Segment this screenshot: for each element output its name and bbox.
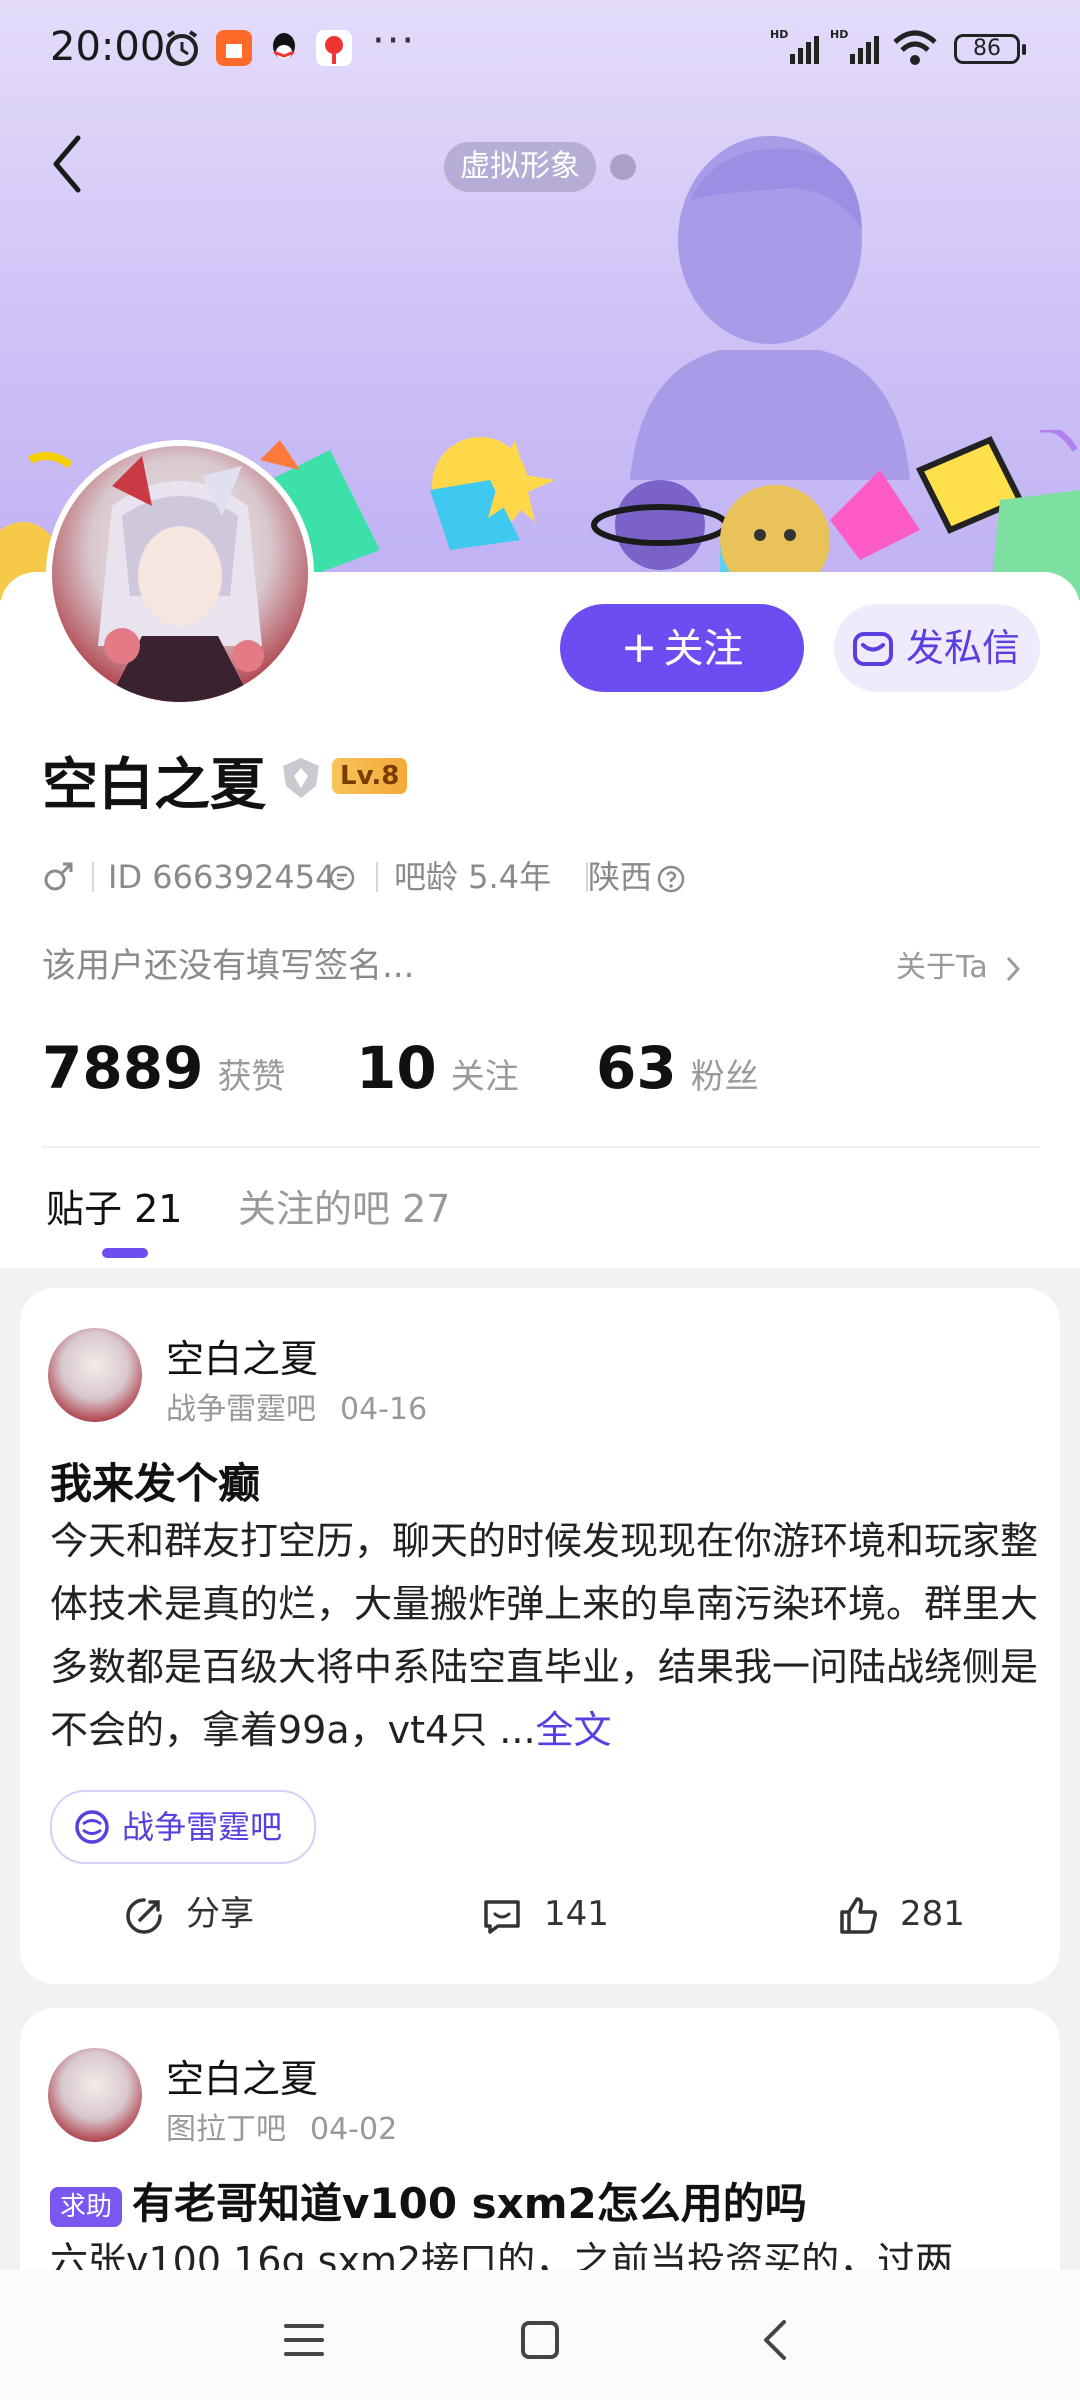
- share-icon: [126, 1898, 162, 1934]
- pill-indicator-dot: [610, 154, 636, 180]
- follow-label: 关注: [663, 626, 744, 672]
- comment-count: 141: [544, 1894, 609, 1934]
- back-triangle-icon[interactable]: [746, 2310, 806, 2370]
- svg-text:HD: HD: [830, 28, 848, 41]
- wifi-icon: [893, 30, 937, 65]
- tab-followed-forums[interactable]: 关注的吧 27: [238, 1178, 450, 1233]
- stat-following-label: 关注: [450, 1057, 519, 1097]
- stat-following[interactable]: 10 关注: [356, 1034, 519, 1102]
- copy-icon[interactable]: [328, 864, 356, 892]
- stat-fans[interactable]: 63 粉丝: [596, 1034, 759, 1102]
- level-shield-icon: [283, 758, 319, 798]
- post-meta: 战争雷霆吧 04-16: [166, 1384, 427, 1428]
- tab-indicator: [102, 1248, 148, 1258]
- post-avatar[interactable]: [48, 2048, 142, 2142]
- post-meta: 图拉丁吧 04-02: [166, 2104, 397, 2148]
- system-nav-bar: [0, 2270, 1080, 2400]
- like-count: 281: [900, 1894, 965, 1934]
- home-square-icon[interactable]: [510, 2310, 570, 2370]
- forum-chip[interactable]: 战争雷霆吧: [50, 1790, 317, 1864]
- comment-icon: [484, 1900, 520, 1934]
- post-title-row: 求助 有老哥知道v100 sxm2怎么用的吗: [50, 2170, 807, 2231]
- about-link[interactable]: 关于Ta: [896, 942, 1023, 986]
- post-title: 我来发个癫: [50, 1459, 261, 1508]
- alarm-icon: [166, 30, 198, 66]
- meta-divider: [92, 862, 94, 892]
- plus-icon: +: [620, 622, 658, 673]
- forum-icon: [75, 1810, 109, 1844]
- post-date: 04-02: [310, 2112, 398, 2147]
- signal-hd-icon: HD: [770, 28, 819, 64]
- post-date: 04-16: [340, 1392, 428, 1427]
- post-author[interactable]: 空白之夏: [166, 2048, 318, 2103]
- message-label: 发私信: [906, 626, 1021, 670]
- tab-posts[interactable]: 贴子 21: [46, 1178, 182, 1233]
- message-button[interactable]: 发私信: [834, 604, 1040, 692]
- help-tag: 求助: [50, 2186, 123, 2227]
- male-icon: [44, 862, 73, 891]
- svg-text:HD: HD: [770, 28, 788, 41]
- post-body: 今天和群友打空历，聊天的时候发现现在你游环境和玩家整体技术是真的烂，大量搬炸弹上…: [50, 1510, 1040, 1762]
- bar-age: 吧龄 5.4年: [394, 858, 552, 896]
- qq-app-icon: [273, 33, 295, 59]
- post-forum[interactable]: 战争雷霆吧: [166, 1392, 316, 1427]
- status-time: 20:00: [50, 24, 166, 70]
- shopping-app-icon: [216, 30, 252, 66]
- post-avatar[interactable]: [48, 1328, 142, 1422]
- level-badge: Lv.8: [332, 758, 408, 794]
- location: 陕西: [588, 858, 653, 896]
- post-forum[interactable]: 图拉丁吧: [166, 2112, 286, 2147]
- avatar-silhouette-icon: [630, 136, 910, 480]
- battery-icon: 86: [954, 34, 1026, 64]
- status-bar: 20:00 ··· HD HD 86: [0, 0, 1080, 100]
- notification-more: ···: [372, 18, 417, 64]
- stat-likes[interactable]: 7889 获赞: [42, 1034, 285, 1102]
- back-chevron-icon[interactable]: [44, 128, 92, 200]
- share-label: 分享: [186, 1894, 254, 1934]
- stat-likes-label: 获赞: [217, 1057, 286, 1097]
- meta-divider: [376, 862, 378, 892]
- stat-following-value: 10: [356, 1034, 437, 1102]
- about-label: 关于Ta: [896, 950, 988, 985]
- stat-likes-value: 7889: [42, 1034, 204, 1102]
- post-author[interactable]: 空白之夏: [166, 1328, 318, 1383]
- read-more-link[interactable]: 全文: [536, 1708, 612, 1752]
- post-title: 有老哥知道v100 sxm2怎么用的吗: [132, 2179, 807, 2228]
- follow-button[interactable]: + 关注: [560, 604, 804, 692]
- stat-fans-label: 粉丝: [690, 1057, 759, 1097]
- tab-divider: [42, 1146, 1040, 1148]
- envelope-icon: [853, 632, 893, 666]
- chevron-right-icon: [1007, 956, 1021, 981]
- user-id: ID 666392454: [108, 858, 336, 896]
- forum-chip-label: 战争雷霆吧: [122, 1808, 283, 1846]
- username: 空白之夏: [42, 753, 266, 818]
- stat-fans-value: 63: [596, 1034, 677, 1102]
- virtual-avatar-pill[interactable]: 虚拟形象: [444, 142, 596, 192]
- avatar-illustration: [98, 456, 264, 702]
- signal-hd-icon: HD: [830, 28, 879, 64]
- avatar[interactable]: [46, 440, 314, 708]
- map-app-icon: [316, 30, 352, 66]
- post-card[interactable]: 空白之夏 战争雷霆吧 04-16 我来发个癫 今天和群友打空历，聊天的时候发现现在…: [20, 1288, 1060, 1984]
- signature-text: 该用户还没有填写签名...: [42, 946, 415, 986]
- thumbs-up-icon: [840, 1897, 877, 1934]
- menu-icon[interactable]: [274, 2310, 334, 2370]
- help-icon[interactable]: [656, 864, 686, 894]
